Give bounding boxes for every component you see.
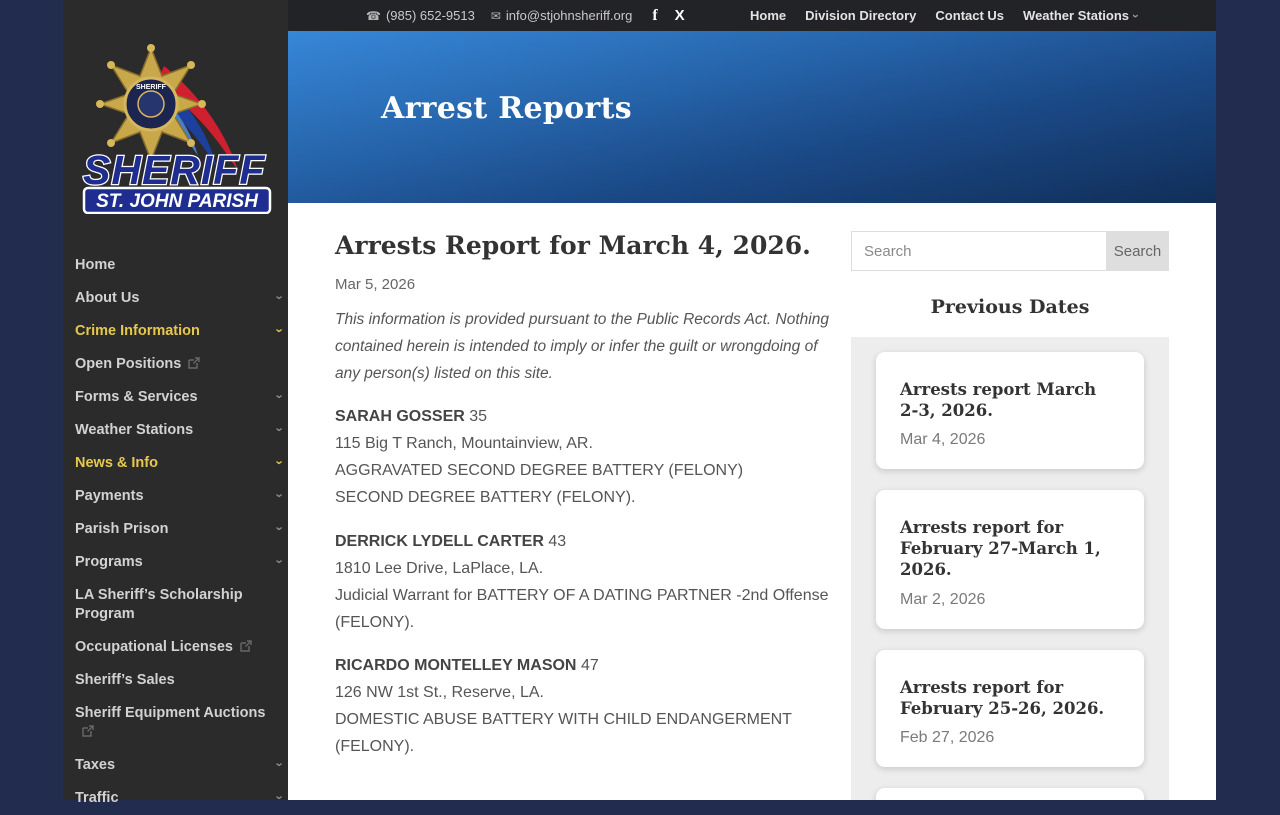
sidebar-item-open-positions[interactable]: Open Positions (75, 348, 288, 381)
sidebar-item-about-us[interactable]: About Us › (75, 282, 288, 315)
topnav-item-contact-us[interactable]: Contact Us (935, 8, 1004, 23)
sidebar-item-payments[interactable]: Payments › (75, 480, 288, 513)
badge-star-icon: SHERIFF (95, 44, 206, 164)
content-region: Arrests Report for March 4, 2026. Mar 5,… (288, 203, 1216, 800)
sheriff-logo-graphic: SHERIFF SHERIFF ST. JOHN PARISH (81, 44, 271, 215)
chevron-down-icon: › (272, 493, 288, 498)
arrest-detail-line: 115 Big T Ranch, Mountainview, AR. (335, 435, 593, 453)
previous-date-card[interactable]: Arrests report for February 27-March 1, … (876, 490, 1144, 629)
chevron-down-icon: › (272, 328, 288, 333)
chevron-down-icon: › (272, 762, 288, 767)
sidebar-item-sheriff-s-sales[interactable]: Sheriff’s Sales (75, 664, 288, 697)
phone-link[interactable]: ☎ (985) 652-9513 (366, 8, 475, 23)
topnav: Home Division Directory Contact Us Weath… (750, 8, 1143, 23)
previous-date-card[interactable]: Arrests report for February 25-26, 2026.… (876, 649, 1144, 767)
chevron-down-icon: › (272, 394, 288, 399)
main-column: ☎ (985) 652-9513 ✉ info@stjohnsheriff.or… (288, 0, 1216, 800)
arrest-entry-details: 1810 Lee Drive, LaPlace, LA. Judicial War… (335, 556, 851, 637)
arrest-entry-details: 126 NW 1st St., Reserve, LA. DOMESTIC ABU… (335, 680, 851, 761)
arrestee-name: SARAH GOSSER (335, 408, 465, 426)
right-rail: Search Previous Dates Arrests report Mar… (851, 231, 1169, 800)
sidebar-item-parish-prison[interactable]: Parish Prison › (75, 513, 288, 546)
arrestee-name: DERRICK LYDELL CARTER (335, 532, 544, 550)
search-input[interactable] (851, 231, 1106, 271)
email-link[interactable]: ✉ info@stjohnsheriff.org (491, 8, 632, 23)
sidebar-item-home[interactable]: Home (75, 249, 288, 282)
external-link-icon (82, 725, 94, 737)
page: SHERIFF SHERIFF ST. JOHN PARISH Home Abo… (0, 0, 1280, 806)
chevron-down-icon: › (272, 526, 288, 531)
previous-date-card[interactable]: Arrests report March 2-3, 2026. Mar 4, 2… (876, 352, 1144, 470)
sidebar-item-programs[interactable]: Programs › (75, 546, 288, 579)
phone-icon: ☎ (366, 8, 381, 23)
arrestee-age: 43 (548, 532, 567, 550)
previous-dates-panel: Arrests report March 2-3, 2026. Mar 4, 2… (851, 337, 1169, 800)
sidebar-item-la-sheriff-s-scholarship-program[interactable]: LA Sheriff’s Scholarship Program (75, 579, 288, 631)
logo-word: SHERIFF (83, 147, 265, 193)
public-records-disclaimer: This information is provided pursuant to… (335, 311, 829, 383)
chevron-down-icon: › (272, 795, 288, 800)
sidebar-item-crime-information[interactable]: Crime Information › (75, 315, 288, 348)
sidebar-item-traffic[interactable]: Traffic › (75, 782, 288, 815)
arrest-entry: DERRICK LYDELL CARTER 43 1810 Lee Drive,… (335, 529, 851, 637)
social-links: f X (652, 7, 685, 25)
search-row: Search (851, 231, 1169, 271)
article-date: Mar 5, 2026 (335, 276, 416, 293)
topbar: ☎ (985) 652-9513 ✉ info@stjohnsheriff.or… (288, 0, 1216, 31)
sheriff-logo[interactable]: SHERIFF SHERIFF ST. JOHN PARISH (76, 36, 276, 219)
chevron-down-icon: › (272, 427, 288, 432)
arrestee-name: RICARDO MONTELLEY MASON (335, 657, 577, 675)
logo-parish: ST. JOHN PARISH (96, 191, 259, 212)
sidebar-item-forms-services[interactable]: Forms & Services › (75, 381, 288, 414)
arrest-detail-line: Judicial Warrant for BATTERY OF A DATING… (335, 586, 829, 631)
card-title: Arrests report for February 25-26, 2026. (900, 677, 1105, 718)
chevron-down-icon: › (1129, 13, 1143, 18)
arrest-detail-line: DOMESTIC ABUSE BATTERY WITH CHILD ENDANG… (335, 711, 792, 755)
topnav-item-division-directory[interactable]: Division Directory (805, 8, 916, 23)
arrest-detail-line: 126 NW 1st St., Reserve, LA. (335, 684, 544, 702)
arrest-detail-line: AGGRAVATED SECOND DEGREE BATTERY (FELONY… (335, 462, 744, 480)
topbar-contact: ☎ (985) 652-9513 ✉ info@stjohnsheriff.or… (366, 7, 685, 25)
sidebar-item-sheriff-equipment-auctions[interactable]: Sheriff Equipment Auctions (75, 697, 288, 749)
sidebar-item-news-info[interactable]: News & Info › (75, 447, 288, 480)
card-title: Arrests report for February 27-March 1, … (900, 518, 1101, 580)
search-button[interactable]: Search (1106, 231, 1169, 271)
card-date: Feb 27, 2026 (900, 728, 995, 746)
arrest-report-article: Arrests Report for March 4, 2026. Mar 5,… (335, 231, 851, 800)
sidebar-item-taxes[interactable]: Taxes › (75, 749, 288, 782)
arrestee-age: 35 (469, 408, 488, 426)
article-title: Arrests Report for March 4, 2026. (335, 231, 811, 260)
email-address: info@stjohnsheriff.org (505, 8, 633, 23)
arrest-entry: SARAH GOSSER 35 115 Big T Ranch, Mountai… (335, 404, 851, 512)
arrest-entry-details: 115 Big T Ranch, Mountainview, AR. AGGRAV… (335, 431, 851, 512)
x-twitter-icon[interactable]: X (675, 7, 685, 24)
page-banner: Arrest Reports (288, 31, 1216, 203)
previous-date-card[interactable]: Arrests report for February 24, 2026. (876, 787, 1144, 800)
facebook-icon[interactable]: f (652, 7, 657, 25)
arrest-detail-line: SECOND DEGREE BATTERY (FELONY). (335, 489, 636, 506)
phone-number: (985) 652-9513 (385, 8, 475, 23)
chevron-down-icon: › (272, 559, 288, 564)
topnav-item-weather-stations[interactable]: Weather Stations › (1023, 8, 1143, 23)
external-link-icon (240, 640, 252, 652)
arrest-entries: SARAH GOSSER 35 115 Big T Ranch, Mountai… (335, 404, 851, 761)
sidebar-menu: Home About Us › Crime Information › Open… (63, 249, 288, 815)
envelope-icon: ✉ (490, 8, 501, 23)
page-title: Arrest Reports (381, 91, 632, 126)
badge-word: SHERIFF (136, 84, 167, 91)
sidebar: SHERIFF SHERIFF ST. JOHN PARISH Home Abo… (63, 0, 288, 806)
sidebar-item-occupational-licenses[interactable]: Occupational Licenses (75, 631, 288, 664)
arrest-detail-line: 1810 Lee Drive, LaPlace, LA. (335, 559, 544, 577)
card-date: Mar 4, 2026 (900, 431, 986, 449)
card-title: Arrests report March 2-3, 2026. (900, 380, 1097, 421)
arrest-entry: RICARDO MONTELLEY MASON 47 126 NW 1st St… (335, 653, 851, 761)
chevron-down-icon: › (272, 295, 288, 300)
external-link-icon (188, 357, 201, 369)
topnav-item-home[interactable]: Home (750, 8, 786, 23)
previous-dates-title: Previous Dates (930, 296, 1090, 318)
sidebar-item-weather-stations[interactable]: Weather Stations › (75, 414, 288, 447)
arrestee-age: 47 (580, 657, 599, 675)
chevron-down-icon: › (272, 460, 288, 465)
card-date: Mar 2, 2026 (900, 590, 986, 608)
